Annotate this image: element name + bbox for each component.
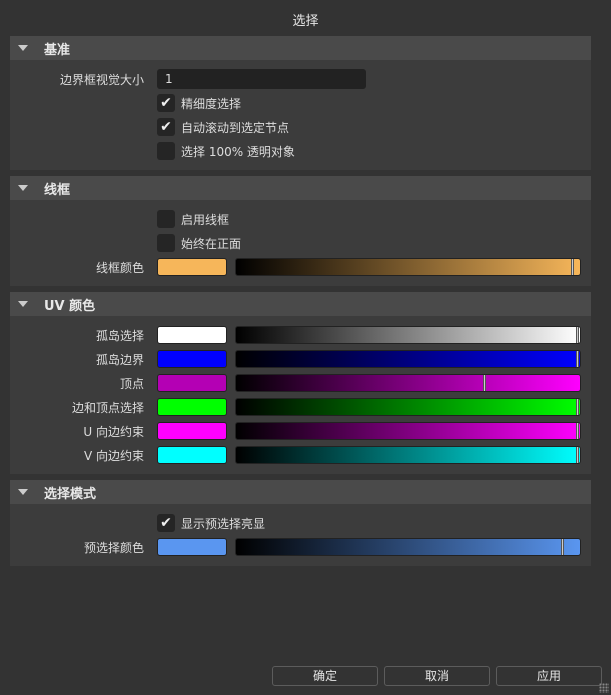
section-header-basic[interactable]: 基准 [10,36,591,60]
checkbox-box [157,210,175,228]
slider-handle[interactable] [576,327,579,343]
uv-color-slider[interactable] [235,374,581,392]
section-title: UV 颜色 [44,298,96,314]
section-header-mode[interactable]: 选择模式 [10,480,591,504]
checkbox-label: 始终在正面 [181,236,242,251]
section-title: 选择模式 [44,486,97,502]
uv-color-label: U 向边约束 [83,424,144,439]
section-title: 基准 [44,42,71,58]
uv-color-swatch[interactable] [157,446,227,464]
uv-color-label: 孤岛选择 [95,328,144,343]
checkbox-box [157,142,175,160]
uv-color-label: 边和顶点选择 [71,400,144,415]
uv-color-row: V 向边约束 [10,443,591,467]
checkbox-label: 精细度选择 [181,96,242,111]
uv-color-slider[interactable] [235,326,581,344]
checkbox-box [157,234,175,252]
uv-color-slider[interactable] [235,398,581,416]
checkmark-icon: ✔ [157,94,175,112]
slider-handle[interactable] [570,259,574,275]
uv-color-row: U 向边约束 [10,419,591,443]
slider-handle[interactable] [576,351,579,367]
always-on-top-checkbox[interactable]: 始终在正面 [157,234,241,252]
uv-color-row: 边和顶点选择 [10,395,591,419]
slider-handle[interactable] [483,375,487,391]
section-wireframe: 线框 启用线框 始终在正面 线框颜色 [10,176,591,286]
select-transparent-checkbox[interactable]: 选择 100% 透明对象 [157,142,295,160]
uv-color-label: 孤岛边界 [95,352,144,367]
uv-color-label: V 向边约束 [83,448,144,463]
uv-color-slider[interactable] [235,350,581,368]
preselect-color-swatch[interactable] [157,538,227,556]
preselect-color-label: 预选择颜色 [83,540,144,555]
collapse-triangle-icon [18,45,28,51]
window-title: 选择 [292,14,319,29]
wireframe-color-label: 线框颜色 [95,260,144,275]
slider-handle[interactable] [576,447,579,463]
cancel-button[interactable]: 取消 [384,666,490,686]
slider-handle[interactable] [576,423,579,439]
ok-button[interactable]: 确定 [272,666,378,686]
collapse-triangle-icon [18,301,28,307]
uv-color-row: 顶点 [10,371,591,395]
resize-grip-icon[interactable] [599,683,609,693]
uv-color-swatch[interactable] [157,422,227,440]
uv-color-row: 孤岛选择 [10,323,591,347]
bbox-size-label: 边界框视觉大小 [59,72,144,87]
uv-color-swatch[interactable] [157,326,227,344]
wireframe-color-swatch[interactable] [157,258,227,276]
checkmark-icon: ✔ [157,514,175,532]
autoscroll-checkbox[interactable]: ✔ 自动滚动到选定节点 [157,118,289,136]
collapse-triangle-icon [18,185,28,191]
collapse-triangle-icon [18,489,28,495]
slider-handle[interactable] [560,539,564,555]
slider-handle[interactable] [576,399,579,415]
wireframe-color-slider[interactable] [235,258,581,276]
uv-color-swatch[interactable] [157,350,227,368]
apply-button[interactable]: 应用 [496,666,602,686]
uv-color-slider[interactable] [235,422,581,440]
checkbox-label: 自动滚动到选定节点 [181,120,290,135]
preselect-color-slider[interactable] [235,538,581,556]
fine-select-checkbox[interactable]: ✔ 精细度选择 [157,94,241,112]
bbox-size-input[interactable]: 1 [157,69,366,89]
uv-color-slider[interactable] [235,446,581,464]
checkbox-label: 启用线框 [181,212,230,227]
section-selection-mode: 选择模式 ✔ 显示预选择亮显 预选择颜色 [10,480,591,566]
section-header-wireframe[interactable]: 线框 [10,176,591,200]
uv-color-row: 孤岛边界 [10,347,591,371]
uv-color-label: 顶点 [119,376,144,391]
checkbox-label: 选择 100% 透明对象 [181,144,295,159]
uv-color-swatch[interactable] [157,398,227,416]
uv-color-swatch[interactable] [157,374,227,392]
settings-panel: 基准 边界框视觉大小 1 ✔ 精细度选择 ✔ 自动滚动到选定节点 选择 100% 透明… [10,36,591,572]
enable-wireframe-checkbox[interactable]: 启用线框 [157,210,229,228]
section-uv-colors: UV 颜色 孤岛选择孤岛边界顶点边和顶点选择 U 向边约束 V 向边约束 [10,292,591,474]
checkmark-icon: ✔ [157,118,175,136]
section-title: 线框 [44,182,71,198]
preselect-highlight-checkbox[interactable]: ✔ 显示预选择亮显 [157,514,265,532]
checkbox-label: 显示预选择亮显 [181,516,266,531]
section-header-uv[interactable]: UV 颜色 [10,292,591,316]
section-basic: 基准 边界框视觉大小 1 ✔ 精细度选择 ✔ 自动滚动到选定节点 选择 100% 透明… [10,36,591,170]
